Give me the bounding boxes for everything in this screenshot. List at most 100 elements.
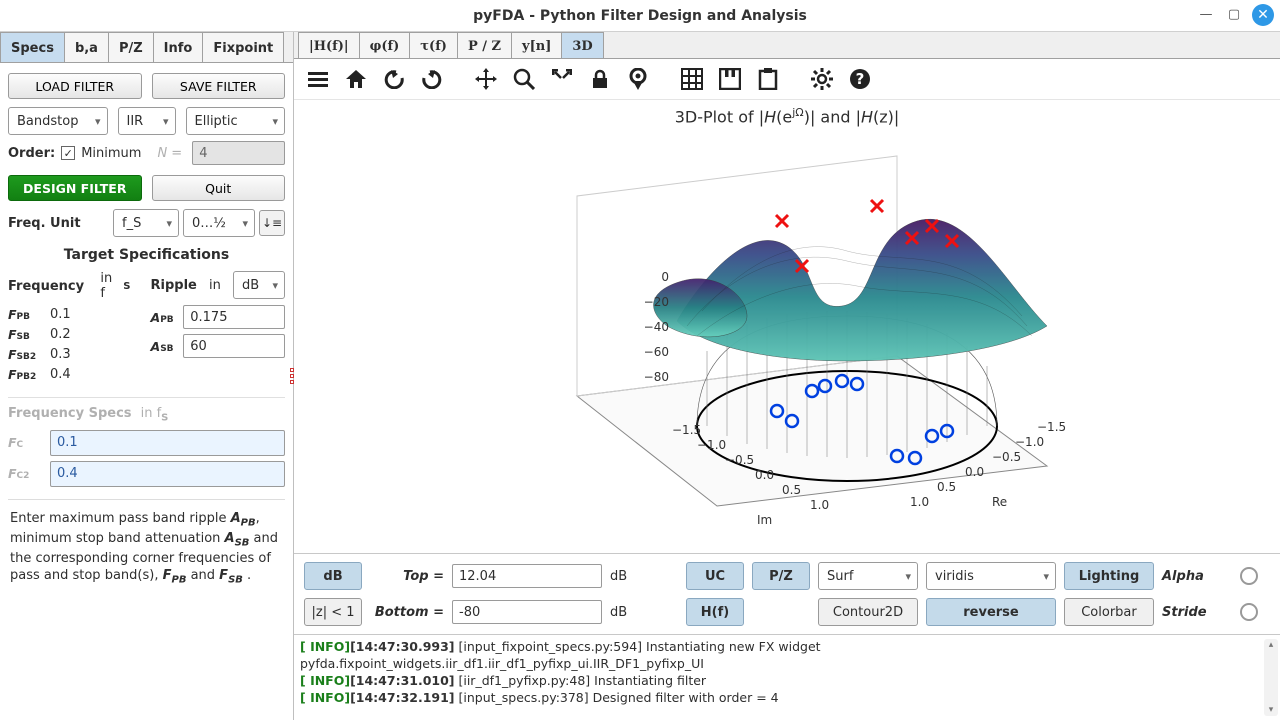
svg-text:−20: −20: [644, 295, 669, 309]
close-icon[interactable]: ✕: [1252, 4, 1274, 26]
svg-text:−1.5: −1.5: [1037, 420, 1066, 434]
redo-icon[interactable]: [418, 65, 446, 93]
apb-input[interactable]: 0.175: [183, 305, 285, 329]
opt-reverse[interactable]: reverse: [926, 598, 1056, 626]
order-n-label: N =: [157, 146, 182, 161]
surface-plot: 0−20−40 −60−80 −1.5−1.0−0.5 0.00.51.0 Im…: [447, 126, 1127, 526]
tab-info[interactable]: Info: [153, 32, 204, 62]
specs-panel: Specs b,a P/Z Info Fixpoint LOAD FILTER …: [0, 32, 294, 720]
svg-text:Re: Re: [992, 495, 1007, 509]
fullscreen-icon[interactable]: [548, 65, 576, 93]
design-filter-button[interactable]: DESIGN FILTER: [8, 175, 142, 201]
plot-title: 3D-Plot of |H(ejΩ)| and |H(z)|: [294, 106, 1280, 126]
ripple-unit-select[interactable]: dB: [233, 271, 285, 299]
tab-yn[interactable]: y[n]: [511, 32, 562, 58]
maximize-icon[interactable]: ▢: [1224, 4, 1244, 24]
svg-text:0.0: 0.0: [965, 465, 984, 479]
fc2-input[interactable]: 0.4: [50, 461, 285, 487]
stride-dial[interactable]: [1240, 603, 1258, 621]
clipboard-icon[interactable]: [754, 65, 782, 93]
tab-ba[interactable]: b,a: [64, 32, 109, 62]
order-label: Order:: [8, 146, 55, 161]
tab-specs[interactable]: Specs: [0, 32, 65, 62]
svg-text:?: ?: [856, 70, 865, 88]
opt-contour[interactable]: Contour2D: [818, 598, 918, 626]
input-tabs: Specs b,a P/Z Info Fixpoint: [0, 32, 293, 63]
frequency-header: Frequency in fS: [8, 271, 131, 301]
log-area[interactable]: [ INFO][14:47:30.993] [input_fixpoint_sp…: [294, 634, 1280, 720]
order-n-input[interactable]: 4: [192, 141, 285, 165]
opt-pz[interactable]: P/Z: [752, 562, 810, 590]
order-min-label: Minimum: [81, 146, 141, 161]
surface-select[interactable]: Surf: [818, 562, 918, 590]
colormap-select[interactable]: viridis: [926, 562, 1056, 590]
gear-icon[interactable]: [808, 65, 836, 93]
vertical-splitter-icon[interactable]: [779, 634, 795, 635]
window-title: pyFDA - Python Filter Design and Analysi…: [473, 8, 807, 24]
top-unit: dB: [610, 569, 650, 584]
undo-icon[interactable]: [380, 65, 408, 93]
save-icon[interactable]: [716, 65, 744, 93]
grid-icon[interactable]: [678, 65, 706, 93]
top-input[interactable]: 12.04: [452, 564, 602, 588]
sort-icon[interactable]: ↓≡: [259, 210, 285, 236]
plot-area[interactable]: 3D-Plot of |H(ejΩ)| and |H(z)|: [294, 100, 1280, 553]
pan-icon[interactable]: [472, 65, 500, 93]
response-type-select[interactable]: Bandstop: [8, 107, 108, 135]
svg-text:−80: −80: [644, 370, 669, 384]
svg-text:−1.0: −1.0: [1015, 435, 1044, 449]
tab-tau[interactable]: τ(f): [409, 32, 458, 58]
opt-db[interactable]: dB: [304, 562, 362, 590]
fsb-value[interactable]: 0.2: [50, 327, 131, 342]
lock-icon[interactable]: [586, 65, 614, 93]
fpb-value[interactable]: 0.1: [50, 307, 131, 322]
svg-text:−1.0: −1.0: [697, 438, 726, 452]
opt-colorbar[interactable]: Colorbar: [1064, 598, 1154, 626]
asb-input[interactable]: 60: [183, 334, 285, 358]
zoom-icon[interactable]: [510, 65, 538, 93]
fpb2-value[interactable]: 0.4: [50, 367, 131, 382]
freq-range-select[interactable]: 0…½: [183, 209, 255, 237]
help-text: Enter maximum pass band ripple APB, mini…: [8, 499, 285, 596]
titlebar: pyFDA - Python Filter Design and Analysi…: [0, 0, 1280, 32]
filter-kind-select[interactable]: IIR: [118, 107, 176, 135]
plot-panel: |H(f)| φ(f) τ(f) P / Z y[n] 3D ?: [294, 32, 1280, 720]
plot-toolbar: ?: [294, 59, 1280, 100]
plot-tabs: |H(f)| φ(f) τ(f) P / Z y[n] 3D: [294, 32, 1280, 59]
design-method-select[interactable]: Elliptic: [186, 107, 286, 135]
svg-text:−40: −40: [644, 320, 669, 334]
ripple-header: Ripple in dB: [151, 271, 286, 299]
svg-text:0.5: 0.5: [782, 483, 801, 497]
quit-button[interactable]: Quit: [152, 175, 286, 201]
svg-text:−60: −60: [644, 345, 669, 359]
help-icon[interactable]: ?: [846, 65, 874, 93]
bottom-input[interactable]: -80: [452, 600, 602, 624]
target-spec-title: Target Specifications: [8, 247, 285, 263]
home-icon[interactable]: [342, 65, 370, 93]
menu-icon[interactable]: [304, 65, 332, 93]
tab-3d[interactable]: 3D: [561, 32, 603, 58]
opt-zlt1[interactable]: |z| < 1: [304, 598, 362, 626]
tab-hf[interactable]: |H(f)|: [298, 32, 360, 58]
tab-pz2[interactable]: P / Z: [457, 32, 512, 58]
fsb2-value[interactable]: 0.3: [50, 347, 131, 362]
tab-fixpoint[interactable]: Fixpoint: [202, 32, 284, 62]
freq-unit-select[interactable]: f_S: [113, 209, 179, 237]
log-scrollbar[interactable]: ▴▾: [1264, 639, 1278, 716]
plot-options: dB Top = 12.04 dB UC P/Z Surf viridis Li…: [294, 553, 1280, 634]
fc-input[interactable]: 0.1: [50, 430, 285, 456]
save-filter-button[interactable]: SAVE FILTER: [152, 73, 286, 99]
load-filter-button[interactable]: LOAD FILTER: [8, 73, 142, 99]
tab-phi[interactable]: φ(f): [359, 32, 411, 58]
minimize-icon[interactable]: —: [1196, 4, 1216, 24]
alpha-dial[interactable]: [1240, 567, 1258, 585]
opt-hf[interactable]: H(f): [686, 598, 744, 626]
opt-uc[interactable]: UC: [686, 562, 744, 590]
svg-text:−1.5: −1.5: [672, 423, 701, 437]
marker-icon[interactable]: [624, 65, 652, 93]
freq-specs-title: Frequency Specs in fS: [8, 406, 285, 424]
stride-label: Stride: [1162, 605, 1232, 620]
tab-pz[interactable]: P/Z: [108, 32, 154, 62]
order-min-checkbox[interactable]: ✓: [61, 146, 75, 160]
opt-lighting[interactable]: Lighting: [1064, 562, 1154, 590]
